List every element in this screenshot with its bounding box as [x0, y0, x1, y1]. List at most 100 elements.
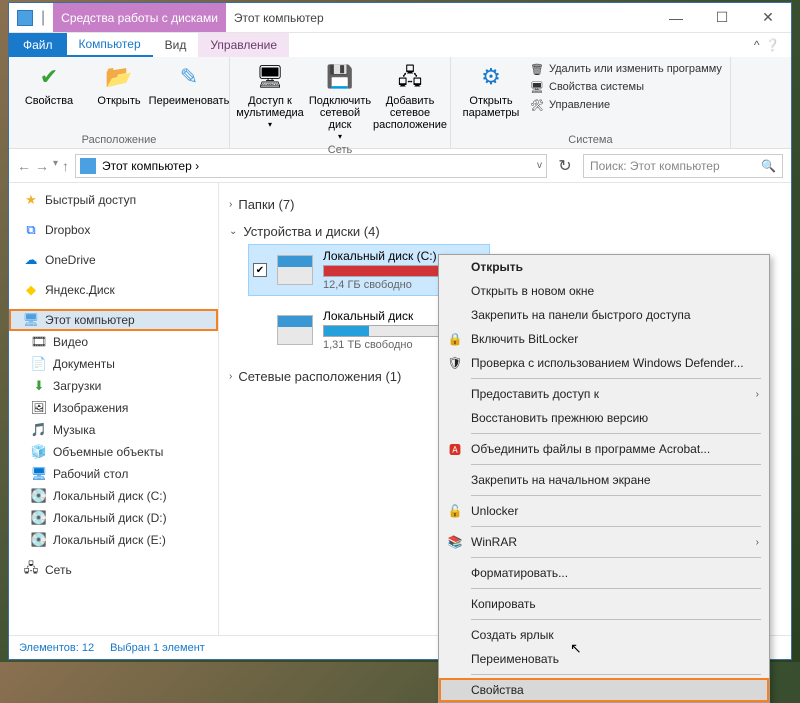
folders-group-header[interactable]: ›Папки (7) — [229, 191, 781, 218]
ctx-format[interactable]: Форматировать... — [439, 561, 769, 585]
downloads-icon: ⬇ — [31, 378, 47, 394]
lock-icon: 🔒 — [447, 331, 463, 347]
tab-computer[interactable]: Компьютер — [67, 33, 153, 57]
network-icon: 🖧 — [23, 562, 39, 578]
ctx-winrar[interactable]: 📚WinRAR› — [439, 530, 769, 554]
sidebar-disk-e[interactable]: 💽Локальный диск (E:) — [9, 529, 218, 551]
chevron-right-icon: › — [229, 199, 232, 210]
sidebar-disk-c[interactable]: 💽Локальный диск (C:) — [9, 485, 218, 507]
separator — [471, 464, 761, 465]
pictures-icon: 🖼 — [31, 400, 47, 416]
ribbon-tabs: Файл Компьютер Вид Управление ^ ❔ — [9, 33, 791, 57]
ctx-open[interactable]: Открыть — [439, 255, 769, 279]
dropbox-icon: ⧉ — [23, 222, 39, 238]
video-icon: 🎞 — [31, 334, 47, 350]
ribbon-collapse[interactable]: ^ ❔ — [751, 33, 791, 57]
pc-icon: 🖥 — [23, 312, 39, 328]
search-icon: 🔍 — [761, 159, 776, 173]
group-location-label: Расположение — [17, 132, 221, 146]
onedrive-icon: ☁ — [23, 252, 39, 268]
sidebar-pictures[interactable]: 🖼Изображения — [9, 397, 218, 419]
drive-icon: 💽 — [31, 510, 47, 526]
separator — [471, 674, 761, 675]
media-access-button[interactable]: 🖥Доступ к мультимедиа▾ — [238, 61, 302, 130]
ctx-copy[interactable]: Копировать — [439, 592, 769, 616]
ctx-acrobat[interactable]: 🅰Объединить файлы в программе Acrobat... — [439, 437, 769, 461]
sidebar-documents[interactable]: 📄Документы — [9, 353, 218, 375]
system-properties-button[interactable]: 🖥Свойства системы — [529, 79, 722, 95]
sidebar-desktop[interactable]: 🖥Рабочий стол — [9, 463, 218, 485]
forward-button[interactable]: → — [35, 158, 49, 174]
ctx-unlocker[interactable]: 🔓Unlocker — [439, 499, 769, 523]
group-system-label: Система — [459, 132, 722, 146]
settings-icon: ⚙ — [475, 61, 507, 93]
ctx-bitlocker[interactable]: 🔒Включить BitLocker — [439, 327, 769, 351]
tab-manage[interactable]: Управление — [198, 33, 289, 57]
ctx-defender[interactable]: 🛡Проверка с использованием Windows Defen… — [439, 351, 769, 375]
maximize-button[interactable]: ☐ — [699, 3, 745, 32]
up-button[interactable]: ↑ — [62, 158, 69, 174]
drive-network-icon: 💾 — [324, 61, 356, 93]
ribbon: ✔Свойства 📂Открыть ✎Переименовать Распол… — [9, 57, 791, 149]
ctx-properties[interactable]: Свойства — [439, 678, 769, 702]
desktop-icon: 🖥 — [31, 466, 47, 482]
properties-button[interactable]: ✔Свойства — [17, 61, 81, 107]
sidebar-3d-objects[interactable]: 🧊Объемные объекты — [9, 441, 218, 463]
tab-view[interactable]: Вид — [153, 33, 199, 57]
ctx-pin-quick-access[interactable]: Закрепить на панели быстрого доступа — [439, 303, 769, 327]
computer-icon: 🖥 — [529, 79, 545, 95]
sidebar-disk-d[interactable]: 💽Локальный диск (D:) — [9, 507, 218, 529]
sidebar-downloads[interactable]: ⬇Загрузки — [9, 375, 218, 397]
drive-checkbox[interactable]: ✔ — [253, 263, 267, 277]
open-settings-button[interactable]: ⚙Открыть параметры — [459, 61, 523, 119]
chevron-right-icon: › — [756, 389, 759, 400]
ctx-create-shortcut[interactable]: Создать ярлык — [439, 623, 769, 647]
drives-group-header[interactable]: ⌄Устройства и диски (4) — [229, 218, 781, 245]
acrobat-icon: 🅰 — [447, 441, 463, 457]
network-location-icon: 🖧 — [394, 61, 426, 93]
rename-button[interactable]: ✎Переименовать — [157, 61, 221, 107]
open-icon: 📂 — [103, 61, 135, 93]
minimize-button[interactable]: — — [653, 3, 699, 32]
drive-icon: 💽 — [31, 532, 47, 548]
drive-icon: 💽 — [31, 488, 47, 504]
ctx-pin-start[interactable]: Закрепить на начальном экране — [439, 468, 769, 492]
sidebar-music[interactable]: 🎵Музыка — [9, 419, 218, 441]
close-button[interactable]: ✕ — [745, 3, 791, 32]
file-tab[interactable]: Файл — [9, 33, 67, 57]
chevron-down-icon: ⌄ — [229, 226, 237, 237]
sidebar-dropbox[interactable]: ⧉Dropbox — [9, 219, 218, 241]
address-input[interactable]: Этот компьютер › v — [75, 154, 547, 178]
back-button[interactable]: ← — [17, 158, 31, 174]
separator — [471, 619, 761, 620]
separator — [471, 495, 761, 496]
drive-icon — [277, 255, 313, 285]
pc-icon — [17, 10, 33, 26]
star-icon: ★ — [23, 192, 39, 208]
sidebar-quick-access[interactable]: ★Быстрый доступ — [9, 189, 218, 211]
separator — [471, 378, 761, 379]
recent-button[interactable]: ▾ — [53, 158, 58, 174]
add-network-button[interactable]: 🖧Добавить сетевое расположение — [378, 61, 442, 131]
refresh-button[interactable]: ↻ — [553, 156, 577, 176]
ctx-rename[interactable]: Переименовать — [439, 647, 769, 671]
unlocker-icon: 🔓 — [447, 503, 463, 519]
winrar-icon: 📚 — [447, 534, 463, 550]
map-drive-button[interactable]: 💾Подключить сетевой диск▾ — [308, 61, 372, 142]
ctx-open-new-window[interactable]: Открыть в новом окне — [439, 279, 769, 303]
shield-icon: 🛡 — [447, 355, 463, 371]
uninstall-button[interactable]: 🗑Удалить или изменить программу — [529, 61, 722, 77]
open-button[interactable]: 📂Открыть — [87, 61, 151, 107]
sidebar-onedrive[interactable]: ☁OneDrive — [9, 249, 218, 271]
sidebar-video[interactable]: 🎞Видео — [9, 331, 218, 353]
chevron-right-icon: › — [756, 537, 759, 548]
sidebar-yandex[interactable]: ◆Яндекс.Диск — [9, 279, 218, 301]
media-icon: 🖥 — [254, 61, 286, 93]
ctx-restore-version[interactable]: Восстановить прежнюю версию — [439, 406, 769, 430]
sidebar-this-pc[interactable]: 🖥Этот компьютер — [9, 309, 218, 331]
music-icon: 🎵 — [31, 422, 47, 438]
manage-button[interactable]: 🛠Управление — [529, 97, 722, 113]
sidebar-network[interactable]: 🖧Сеть — [9, 559, 218, 581]
ctx-grant-access[interactable]: Предоставить доступ к› — [439, 382, 769, 406]
search-input[interactable]: Поиск: Этот компьютер 🔍 — [583, 154, 783, 178]
